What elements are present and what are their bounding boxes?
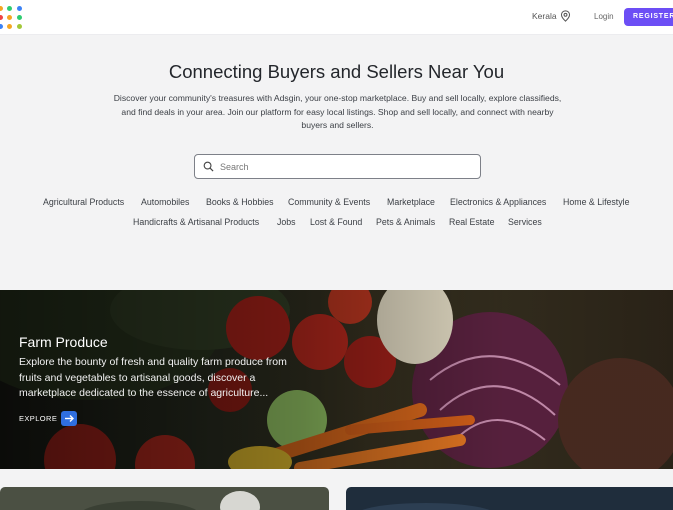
category-link[interactable]: Community & Events [288,197,370,207]
banner-description: Explore the bounty of fresh and quality … [19,356,287,399]
card-image [346,487,673,510]
location-selector[interactable]: Kerala [532,10,571,22]
category-link[interactable]: Automobiles [141,197,189,207]
category-card[interactable] [346,487,673,510]
arrow-right-icon [65,415,74,422]
category-card[interactable] [0,487,329,510]
login-link[interactable]: Login [594,12,614,21]
location-pin-icon [560,10,570,22]
category-link[interactable]: Home & Lifestyle [563,197,630,207]
category-link[interactable]: Agricultural Products [43,197,124,207]
page-title: Connecting Buyers and Sellers Near You [168,61,505,82]
category-link[interactable]: Electronics & Appliances [450,197,546,207]
category-link[interactable]: Lost & Found [310,217,362,227]
hero-description: Discover your community's treasures with… [113,93,562,130]
explore-link[interactable]: EXPLORE [19,414,57,423]
category-link[interactable]: Services [508,217,542,227]
search-icon [203,161,214,172]
banner-title: Farm Produce [19,334,108,350]
category-link[interactable]: Pets & Animals [376,217,435,227]
category-link[interactable]: Jobs [277,217,296,227]
location-label: Kerala [532,11,557,21]
category-link[interactable]: Marketplace [387,197,435,207]
card-image [0,487,329,510]
category-link[interactable]: Handicrafts & Artisanal Products [133,217,259,227]
dots-logo[interactable] [0,3,26,31]
explore-button[interactable] [61,411,77,426]
search-input[interactable] [220,161,460,172]
top-navbar: Kerala Login REGISTER [0,0,673,35]
category-link[interactable]: Books & Hobbies [206,197,273,207]
search-box[interactable] [194,154,481,179]
register-button[interactable]: REGISTER [624,8,673,26]
category-link[interactable]: Real Estate [449,217,494,227]
